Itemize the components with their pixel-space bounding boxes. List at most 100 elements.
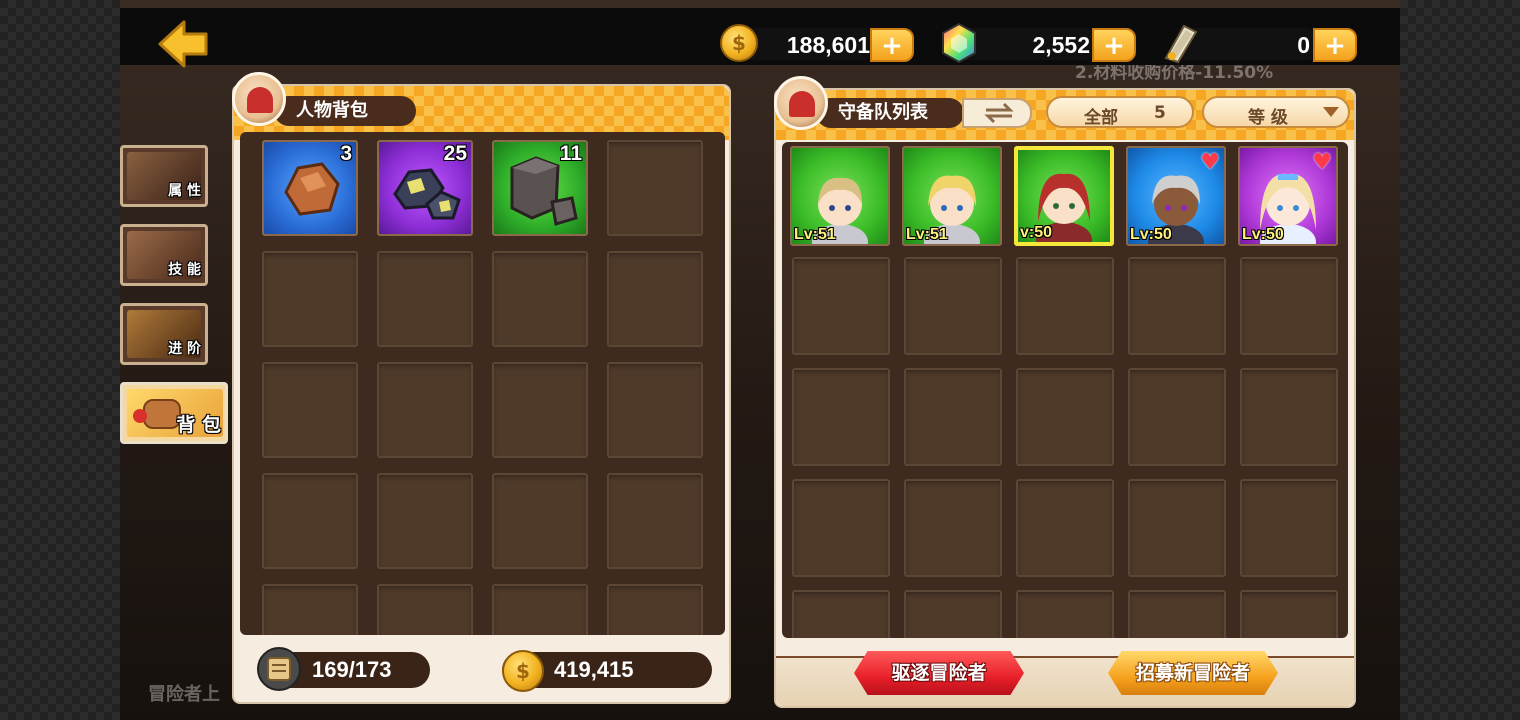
inventory-empty-slot[interactable] (492, 584, 588, 635)
roster-title: 守备队列表 (816, 98, 964, 128)
top-bar: $ 188,601 + 2,552 + 0 + (120, 8, 1400, 68)
inventory-empty-slot[interactable] (607, 251, 703, 347)
hero-level: Lv:50 (1130, 226, 1172, 243)
roster-empty-slot[interactable] (792, 257, 890, 355)
quill-ticket-icon (1164, 24, 1198, 64)
inventory-empty-slot[interactable] (607, 362, 703, 458)
hero-level: Lv:51 (906, 226, 948, 243)
filter-label: 全部 (1084, 108, 1118, 128)
inventory-empty-slot[interactable] (607, 473, 703, 569)
chevron-down-icon (1323, 107, 1339, 117)
favorite-heart-icon[interactable]: ♥ (1312, 152, 1332, 174)
inventory-empty-slot[interactable] (377, 473, 473, 569)
inventory-item-copper-ore[interactable]: 3 (262, 140, 358, 236)
roster-empty-slot[interactable] (792, 590, 890, 638)
copper-ore-icon (284, 162, 340, 216)
roster-empty-slot[interactable] (1016, 368, 1114, 466)
character-emblem-icon (232, 72, 286, 126)
roster-grid: Lv:51 Lv:51 v:50 ♥ Lv:50 ♥ Lv:50 (782, 142, 1348, 638)
hero-card-selected[interactable]: v:50 (1014, 146, 1114, 246)
scroll-icon (257, 647, 301, 691)
inventory-panel: 人物背包 3 25 11 169/173 419,415 $ (232, 72, 731, 704)
inventory-item-silver-ore[interactable]: 25 (377, 140, 473, 236)
favorite-heart-icon[interactable]: ♥ (1200, 152, 1220, 174)
hero-card[interactable]: Lv:51 (790, 146, 890, 246)
tab-advance[interactable]: 进 阶 (120, 303, 208, 365)
sort-label: 等 级 (1248, 108, 1288, 128)
inventory-empty-slot[interactable] (492, 473, 588, 569)
roster-empty-slot[interactable] (1240, 257, 1338, 355)
roster-empty-slot[interactable] (1240, 479, 1338, 577)
tab-advance-label: 进 阶 (168, 341, 201, 357)
inventory-empty-slot[interactable] (492, 251, 588, 347)
inventory-empty-slot[interactable] (262, 362, 358, 458)
hero-level: v:50 (1020, 224, 1053, 241)
ticket-currency: 0 + (1160, 24, 1360, 64)
swap-button[interactable] (962, 98, 1032, 128)
roster-empty-slot[interactable] (904, 257, 1002, 355)
item-count: 3 (340, 142, 352, 165)
tab-skills[interactable]: 技 能 (120, 224, 208, 286)
inventory-empty-slot[interactable] (262, 584, 358, 635)
roster-empty-slot[interactable] (792, 479, 890, 577)
roster-empty-slot[interactable] (1128, 479, 1226, 577)
swap-arrows-icon (984, 102, 1014, 124)
bag-gold-coin-icon: $ (502, 650, 544, 692)
ticket-value: 0 (1297, 32, 1310, 58)
guard-emblem-icon (774, 76, 828, 130)
inventory-empty-slot[interactable] (607, 584, 703, 635)
capacity-value: 169/173 (312, 657, 392, 682)
inventory-empty-slot[interactable] (262, 251, 358, 347)
roster-empty-slot[interactable] (1128, 590, 1226, 638)
add-gold-button[interactable]: + (870, 28, 914, 62)
recruit-adventurer-button[interactable]: 招募新冒险者 (1108, 651, 1278, 695)
tab-backpack[interactable]: 背 包 (120, 382, 228, 444)
item-count: 25 (443, 142, 467, 165)
roster-empty-slot[interactable] (904, 368, 1002, 466)
add-tickets-button[interactable]: + (1313, 28, 1357, 62)
gem-value: 2,552 (1032, 32, 1090, 58)
hero-card[interactable]: Lv:51 (902, 146, 1002, 246)
filter-all-button[interactable]: 全部 5 (1046, 96, 1194, 128)
hero-card[interactable]: ♥ Lv:50 (1238, 146, 1338, 246)
gold-coin-icon: $ (720, 24, 758, 62)
background-footer-text: 冒险者上 (148, 684, 220, 705)
roster-empty-slot[interactable] (1016, 479, 1114, 577)
roster-empty-slot[interactable] (1016, 590, 1114, 638)
roster-panel: 守备队列表 全部 5 等 级 Lv:51 Lv:51 v:50 ♥ Lv:50 … (774, 76, 1356, 708)
rainbow-gem-icon (942, 22, 976, 64)
game-screen: 2.材料收购价格-11.50% 冒险者上 $ 188,601 + 2,552 +… (120, 0, 1400, 720)
back-arrow-icon[interactable] (158, 20, 208, 68)
hero-card[interactable]: ♥ Lv:50 (1126, 146, 1226, 246)
filter-count: 5 (1154, 103, 1166, 123)
roster-empty-slot[interactable] (1128, 257, 1226, 355)
inventory-empty-slot[interactable] (607, 140, 703, 236)
sort-dropdown[interactable]: 等 级 (1202, 96, 1350, 128)
inventory-title: 人物背包 (274, 96, 416, 126)
inventory-empty-slot[interactable] (377, 251, 473, 347)
roster-empty-slot[interactable] (904, 479, 1002, 577)
roster-empty-slot[interactable] (1240, 590, 1338, 638)
roster-empty-slot[interactable] (1240, 368, 1338, 466)
hero-level: Lv:50 (1242, 226, 1284, 243)
inventory-empty-slot[interactable] (377, 584, 473, 635)
gold-value: 188,601 (786, 32, 870, 58)
roster-empty-slot[interactable] (1128, 368, 1226, 466)
tab-backpack-label: 背 包 (176, 414, 221, 436)
inventory-empty-slot[interactable] (492, 362, 588, 458)
inventory-empty-slot[interactable] (377, 362, 473, 458)
add-gems-button[interactable]: + (1092, 28, 1136, 62)
silver-ore-icon (393, 168, 461, 220)
roster-empty-slot[interactable] (792, 368, 890, 466)
tab-attributes-label: 属 性 (168, 183, 201, 199)
item-count: 11 (559, 142, 582, 165)
tab-skills-label: 技 能 (168, 262, 201, 278)
tab-attributes[interactable]: 属 性 (120, 145, 208, 207)
gem-currency: 2,552 + (940, 22, 1140, 64)
dismiss-adventurer-button[interactable]: 驱逐冒险者 (854, 651, 1024, 695)
roster-empty-slot[interactable] (1016, 257, 1114, 355)
inventory-grid: 3 25 11 (240, 132, 725, 635)
inventory-item-stone-block[interactable]: 11 (492, 140, 588, 236)
roster-empty-slot[interactable] (904, 590, 1002, 638)
inventory-empty-slot[interactable] (262, 473, 358, 569)
